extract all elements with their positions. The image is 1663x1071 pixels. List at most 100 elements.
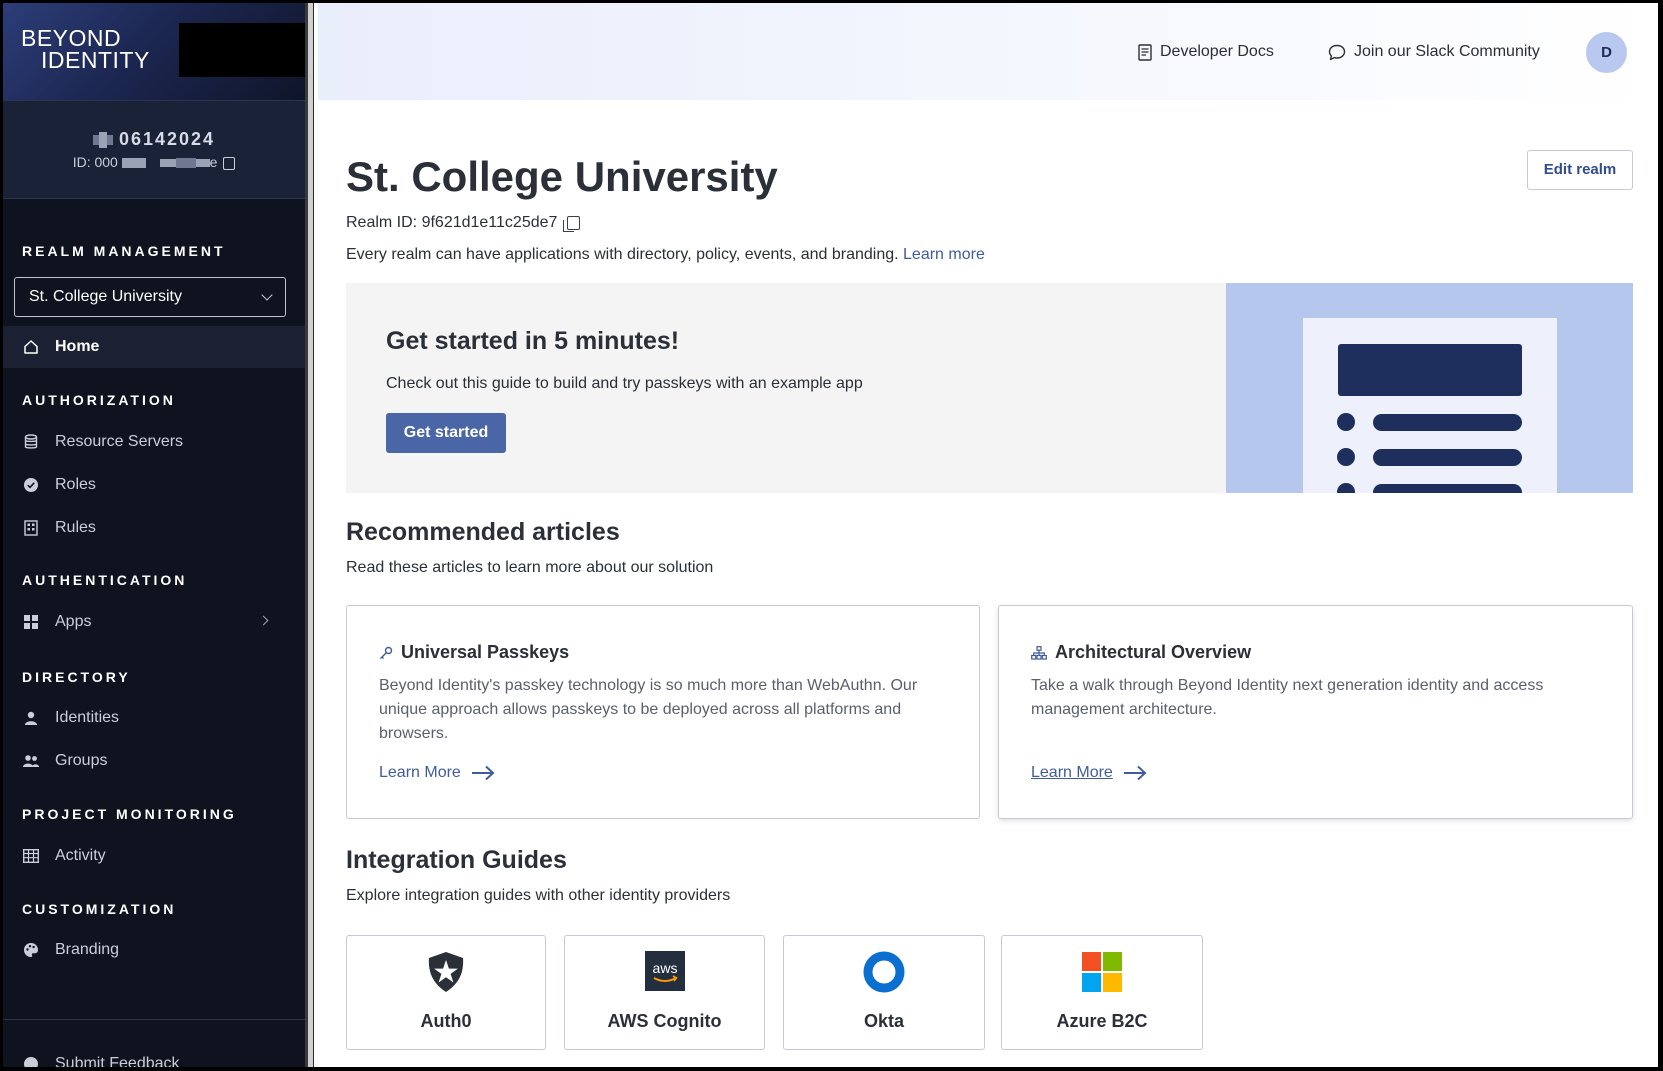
sidebar-item-groups[interactable]: Groups (3, 740, 305, 782)
document-illustration-icon (1303, 318, 1557, 493)
beyond-identity-logo[interactable]: BEYOND IDENTITY (21, 27, 150, 72)
section-realm-management: REALM MANAGEMENT (22, 243, 226, 259)
integration-label: AWS Cognito (607, 1011, 722, 1031)
tenant-info: 06142024 ID: 000 e (3, 100, 305, 199)
sidebar-item-label: Home (55, 338, 100, 355)
card-body: Take a walk through Beyond Identity next… (1031, 677, 1544, 718)
sidebar-item-label: Roles (55, 476, 96, 493)
learn-more-label: Learn More (379, 764, 461, 781)
sidebar-item-resource-servers[interactable]: Resource Servers (3, 421, 305, 463)
chat-bubble-icon (1328, 44, 1346, 61)
redacted-pixels (175, 158, 196, 169)
realm-description-text: Every realm can have applications with d… (346, 246, 899, 263)
sidebar-divider (3, 1019, 305, 1020)
realm-select-value: St. College University (29, 288, 182, 305)
tenant-name-suffix: 06142024 (118, 129, 216, 149)
hero-text: Check out this guide to build and try pa… (386, 375, 863, 392)
rules-icon (23, 520, 39, 536)
copy-icon[interactable] (223, 156, 236, 170)
chevron-right-icon (258, 615, 269, 626)
realm-description: Every realm can have applications with d… (346, 246, 985, 264)
aws-logo-icon: aws (644, 951, 685, 991)
sidebar-resize-handle[interactable] (305, 3, 318, 1067)
table-icon (23, 848, 39, 864)
okta-logo-icon (863, 951, 905, 993)
article-card-universal-passkeys[interactable]: Universal Passkeys Beyond Identity's pas… (346, 605, 980, 819)
tenant-id-prefix: ID: 000 (72, 154, 118, 170)
recommended-subtitle: Read these articles to learn more about … (346, 559, 714, 576)
home-icon (23, 339, 39, 355)
copy-icon[interactable] (563, 216, 581, 232)
sidebar-item-label: Groups (55, 752, 108, 769)
redacted-block (179, 23, 305, 77)
sidebar-item-label: Resource Servers (55, 433, 184, 450)
card-body: Beyond Identity's passkey technology is … (379, 677, 918, 742)
recommended-title: Recommended articles (346, 518, 620, 546)
section-authorization: AUTHORIZATION (22, 392, 176, 408)
learn-more-link[interactable]: Learn more (903, 246, 985, 263)
integration-label: Okta (863, 1011, 905, 1031)
person-icon (23, 710, 39, 726)
sidebar-item-roles[interactable]: Roles (3, 464, 305, 506)
tenant-id: ID: 000 e (3, 154, 305, 170)
redacted-pixels (195, 159, 210, 168)
developer-docs-link[interactable]: Developer Docs (1138, 43, 1274, 61)
apps-grid-icon (23, 614, 39, 630)
article-card-architectural-overview[interactable]: Architectural Overview Take a walk throu… (998, 605, 1633, 819)
feedback-icon (23, 1056, 39, 1067)
learn-more-label: Learn More (1031, 764, 1113, 781)
logo-area: BEYOND IDENTITY (3, 3, 305, 100)
app-window: BEYOND IDENTITY 06142024 ID: 000 e REALM… (3, 3, 1658, 1067)
integration-label: Azure B2C (1056, 1011, 1148, 1031)
slack-community-link[interactable]: Join our Slack Community (1328, 43, 1540, 61)
sidebar-item-branding[interactable]: Branding (3, 929, 305, 971)
hierarchy-icon (1031, 645, 1047, 660)
integration-guides-title: Integration Guides (346, 846, 567, 874)
redacted-pixels (121, 158, 146, 169)
card-title: Universal Passkeys (379, 642, 569, 663)
arrow-right-icon (1123, 765, 1147, 781)
learn-more-link[interactable]: Learn More (1031, 764, 1147, 782)
integration-card-okta[interactable]: Okta (783, 935, 985, 1050)
get-started-banner: Get started in 5 minutes! Check out this… (346, 283, 1633, 493)
sidebar-item-activity[interactable]: Activity (3, 835, 305, 877)
top-bar: Developer Docs Join our Slack Community (318, 3, 1658, 100)
sidebar-item-identities[interactable]: Identities (3, 697, 305, 739)
user-avatar[interactable]: D (1586, 32, 1627, 73)
integration-card-aws-cognito[interactable]: aws AWS Cognito (564, 935, 765, 1050)
realm-select[interactable]: St. College University (14, 277, 286, 317)
redacted-pixels (106, 135, 113, 146)
key-icon (379, 646, 393, 660)
sidebar-item-rules[interactable]: Rules (3, 507, 305, 549)
card-title-text: Architectural Overview (1055, 642, 1252, 662)
palette-icon (23, 942, 39, 958)
tenant-id-suffix: e (209, 154, 218, 170)
section-customization: CUSTOMIZATION (22, 901, 177, 917)
microsoft-logo-icon (1081, 951, 1123, 993)
tenant-name: 06142024 (3, 129, 305, 150)
redacted-pixels (159, 159, 176, 168)
people-icon (23, 753, 39, 769)
sidebar-item-apps[interactable]: Apps (3, 601, 305, 643)
arrow-right-icon (471, 765, 495, 781)
sidebar-item-home[interactable]: Home (3, 326, 305, 368)
integration-label: Auth0 (420, 1011, 472, 1031)
learn-more-link[interactable]: Learn More (379, 764, 495, 782)
sidebar-item-label: Branding (55, 941, 120, 958)
integration-card-auth0[interactable]: Auth0 (346, 935, 546, 1050)
developer-docs-label: Developer Docs (1160, 43, 1274, 60)
realm-id-text: Realm ID: 9f621d1e11c25de7 (346, 214, 558, 231)
get-started-button[interactable]: Get started (386, 413, 506, 453)
sidebar-item-submit-feedback[interactable]: Submit Feedback (3, 1043, 305, 1067)
document-icon (1138, 43, 1152, 61)
card-title: Architectural Overview (1031, 642, 1251, 663)
realm-id: Realm ID: 9f621d1e11c25de7 (346, 214, 581, 232)
sidebar-item-label: Apps (55, 613, 92, 630)
edit-realm-button[interactable]: Edit realm (1527, 150, 1633, 190)
redacted-pixels (98, 132, 107, 149)
sidebar-item-label: Identities (55, 709, 120, 726)
integration-card-azure-b2c[interactable]: Azure B2C (1001, 935, 1203, 1050)
aws-logo-text: aws (652, 960, 677, 976)
sidebar: BEYOND IDENTITY 06142024 ID: 000 e REALM… (3, 3, 305, 1067)
database-icon (23, 434, 39, 450)
